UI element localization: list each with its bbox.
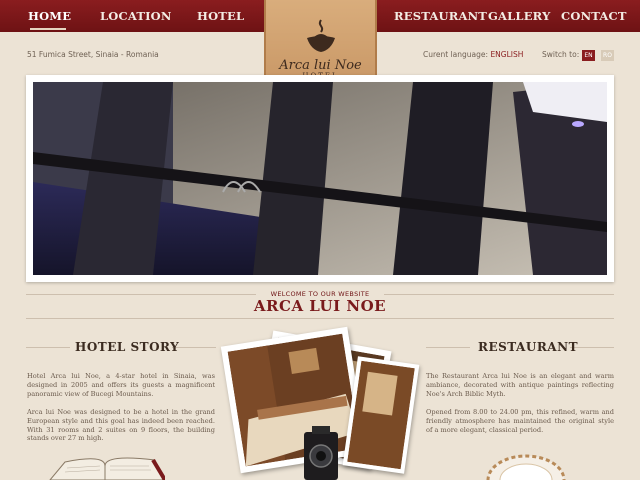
flag-ro-button[interactable]: RO: [601, 50, 614, 61]
language-value: ENGLISH: [490, 50, 524, 59]
camera-icon: [304, 426, 338, 480]
switch-label: Switch to:: [542, 50, 580, 59]
nav-gallery[interactable]: GALLERY: [488, 0, 551, 32]
hotel-story-p1: Hotel Arca lui Noe, a 4-star hotel in Si…: [27, 372, 215, 398]
address-text: 51 Fumica Street, Sinaia - Romania: [27, 50, 159, 59]
hotel-story-p2: Arca lui Noe was designed to be a hotel …: [27, 408, 215, 443]
current-language: Curent language: ENGLISH: [423, 50, 523, 59]
restaurant-rule-left: [426, 347, 470, 348]
ark-logo-icon: [307, 19, 335, 52]
restaurant-p1: The Restaurant Arca lui Noe is an elegan…: [426, 372, 614, 398]
restaurant-title: RESTAURANT: [478, 340, 579, 354]
restaurant-p2: Opened from 8.00 to 24.00 pm, this refin…: [426, 408, 614, 434]
nav-location[interactable]: LOCATION: [100, 0, 172, 32]
hero-frame: [26, 75, 614, 282]
flag-en-button[interactable]: EN: [582, 50, 595, 61]
book-icon: [49, 457, 165, 480]
plate-icon: [486, 454, 566, 480]
hero-image-pool[interactable]: [33, 82, 607, 275]
nav-restaurant[interactable]: RESTAURANT: [394, 0, 487, 32]
nav-contact[interactable]: CONTACT: [561, 0, 627, 32]
hotel-story-title: HOTEL STORY: [75, 340, 180, 354]
language-label: Curent language:: [423, 50, 489, 59]
nav-hotel[interactable]: HOTEL: [197, 0, 244, 32]
logo-name: Arca lui Noe: [279, 58, 362, 73]
nav-active-indicator: [30, 28, 66, 30]
story-rule-left: [26, 347, 70, 348]
divider-title: [26, 318, 614, 319]
page-title: ARCA LUI NOE: [253, 297, 387, 315]
